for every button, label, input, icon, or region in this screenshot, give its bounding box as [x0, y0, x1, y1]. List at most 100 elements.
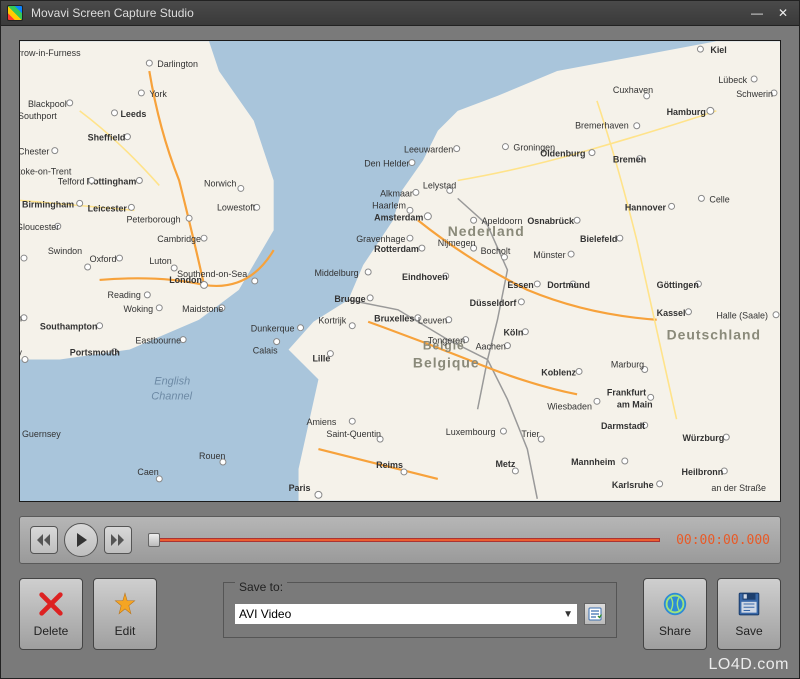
titlebar: Movavi Screen Capture Studio — ✕ — [0, 0, 800, 26]
svg-text:Telford: Telford — [58, 176, 85, 186]
svg-text:Bremen: Bremen — [613, 155, 646, 165]
svg-text:Brugge: Brugge — [334, 294, 365, 304]
svg-text:Lowestoft: Lowestoft — [217, 202, 256, 212]
save-format-select[interactable]: AVI Video ▼ — [234, 603, 578, 625]
svg-text:Swindon: Swindon — [48, 246, 82, 256]
delete-button[interactable]: Delete — [19, 578, 83, 650]
svg-text:Peterborough: Peterborough — [126, 214, 180, 224]
svg-text:Woking: Woking — [123, 304, 153, 314]
app-icon — [7, 5, 23, 21]
progress-knob[interactable] — [148, 533, 160, 547]
svg-text:Essen: Essen — [507, 280, 533, 290]
svg-text:Reading: Reading — [108, 290, 141, 300]
svg-text:Portsmouth: Portsmouth — [70, 348, 120, 358]
label-belgique: Belgique — [413, 354, 480, 370]
svg-text:Celle: Celle — [709, 194, 729, 204]
close-button[interactable]: ✕ — [771, 4, 795, 22]
svg-text:Calais: Calais — [253, 346, 278, 356]
svg-text:Apeldoorn: Apeldoorn — [482, 216, 523, 226]
settings-icon — [588, 607, 602, 621]
svg-text:Luxembourg: Luxembourg — [446, 427, 496, 437]
svg-text:Den Helder: Den Helder — [364, 159, 409, 169]
svg-text:Halle (Saale): Halle (Saale) — [716, 311, 768, 321]
delete-icon — [37, 590, 65, 618]
svg-text:Lübeck: Lübeck — [718, 75, 747, 85]
preview-viewport: Nederland België Belgique Deutschland En… — [19, 40, 781, 502]
svg-text:Southend-on-Sea: Southend-on-Sea — [177, 269, 247, 279]
rewind-button[interactable] — [30, 526, 58, 554]
progress-slider[interactable] — [148, 533, 660, 547]
svg-text:an der Straße: an der Straße — [711, 483, 766, 493]
svg-text:Eastbourne: Eastbourne — [135, 336, 181, 346]
svg-text:Norwich: Norwich — [204, 178, 236, 188]
edit-button[interactable]: Edit — [93, 578, 157, 650]
play-icon — [77, 533, 87, 547]
window-title: Movavi Screen Capture Studio — [31, 6, 743, 20]
svg-text:Koblenz: Koblenz — [541, 367, 576, 377]
svg-text:Tongeren: Tongeren — [428, 336, 465, 346]
forward-icon — [111, 534, 125, 546]
svg-text:Reims: Reims — [376, 460, 403, 470]
save-button[interactable]: Save — [717, 578, 781, 650]
svg-text:Haarlem: Haarlem — [372, 200, 406, 210]
share-label: Share — [659, 624, 691, 638]
transport-bar: 00:00:00.000 — [19, 516, 781, 564]
save-label: Save to: — [235, 580, 287, 594]
watermark: LO4D.com — [709, 656, 789, 674]
edit-icon — [111, 590, 139, 618]
edit-label: Edit — [115, 624, 136, 638]
svg-text:Osnabrück: Osnabrück — [527, 216, 574, 226]
svg-text:Marburg: Marburg — [611, 359, 644, 369]
svg-text:Hannover: Hannover — [625, 202, 667, 212]
svg-text:Gloucester: Gloucester — [20, 222, 59, 232]
svg-text:Cambridge: Cambridge — [157, 234, 201, 244]
label-channel: Channel — [151, 390, 192, 402]
svg-text:Bielefeld: Bielefeld — [580, 234, 617, 244]
svg-text:Eindhoven: Eindhoven — [402, 272, 448, 282]
play-button[interactable] — [64, 523, 98, 557]
svg-text:Kassel: Kassel — [657, 308, 686, 318]
svg-text:Wiesbaden: Wiesbaden — [547, 401, 592, 411]
svg-text:York: York — [149, 89, 167, 99]
svg-text:Saint-Quentin: Saint-Quentin — [326, 429, 381, 439]
svg-text:Kortrijk: Kortrijk — [318, 316, 346, 326]
svg-text:Bruxelles: Bruxelles — [374, 314, 414, 324]
svg-text:Blackpool: Blackpool — [28, 99, 67, 109]
svg-text:toke-on-Trent: toke-on-Trent — [20, 167, 72, 177]
svg-text:rrow-in-Furness: rrow-in-Furness — [20, 48, 81, 58]
svg-text:Sheffield: Sheffield — [88, 133, 126, 143]
svg-text:Köln: Köln — [503, 328, 523, 338]
save-panel: Save to: AVI Video ▼ — [223, 582, 617, 638]
svg-text:Paris: Paris — [289, 483, 311, 493]
svg-text:Caen: Caen — [137, 467, 158, 477]
svg-text:Münster: Münster — [533, 250, 565, 260]
svg-text:Leuven: Leuven — [418, 316, 447, 326]
svg-text:Southport: Southport — [20, 111, 57, 121]
svg-text:Heilbronn: Heilbronn — [682, 467, 724, 477]
svg-text:Guernsey: Guernsey — [22, 429, 61, 439]
svg-text:Cuxhaven: Cuxhaven — [613, 85, 653, 95]
svg-text:Bremerhaven: Bremerhaven — [575, 121, 629, 131]
svg-text:Dunkerque: Dunkerque — [251, 324, 295, 334]
svg-text:Darlington: Darlington — [157, 59, 198, 69]
rewind-icon — [37, 534, 51, 546]
chevron-down-icon: ▼ — [563, 609, 573, 620]
svg-text:Amiens: Amiens — [306, 417, 336, 427]
svg-text:Taunton: Taunton — [20, 314, 22, 324]
save-btn-label: Save — [735, 624, 762, 638]
minimize-button[interactable]: — — [745, 4, 769, 22]
svg-text:Amsterdam: Amsterdam — [374, 212, 423, 222]
svg-text:Dortmund: Dortmund — [547, 280, 590, 290]
svg-text:Frankfurt: Frankfurt — [607, 387, 646, 397]
save-settings-button[interactable] — [584, 603, 606, 625]
svg-text:Metz: Metz — [495, 459, 515, 469]
svg-text:Kiel: Kiel — [710, 45, 726, 55]
svg-text:Middelburg: Middelburg — [314, 268, 358, 278]
svg-text:Luton: Luton — [149, 256, 171, 266]
forward-button[interactable] — [104, 526, 132, 554]
save-icon — [735, 590, 763, 618]
svg-text:Nijmegen: Nijmegen — [438, 238, 476, 248]
main-frame: Nederland België Belgique Deutschland En… — [0, 26, 800, 679]
share-button[interactable]: Share — [643, 578, 707, 650]
svg-text:Rouen: Rouen — [199, 451, 225, 461]
